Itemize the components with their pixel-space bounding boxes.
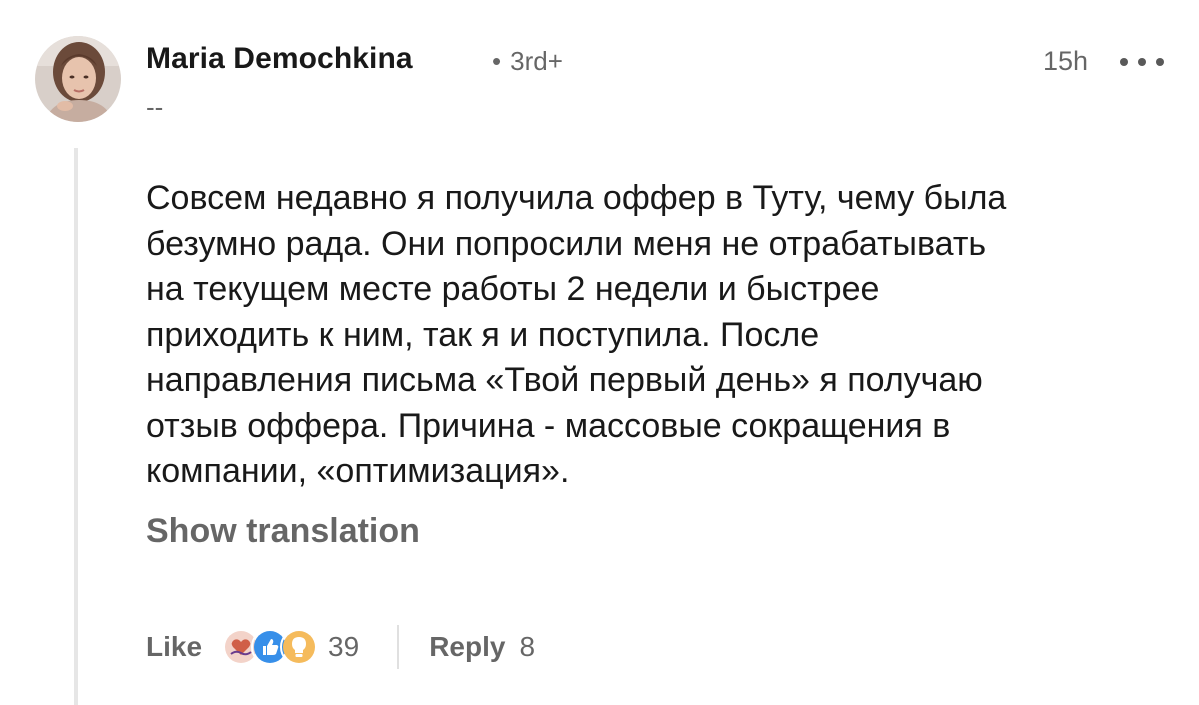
insightful-reaction-icon: [280, 628, 319, 666]
reply-button[interactable]: Reply: [429, 631, 505, 663]
thread-line: [74, 148, 78, 705]
author-name[interactable]: Maria Demochkina: [146, 42, 413, 76]
comment-timestamp: 15h: [1043, 46, 1089, 76]
show-translation-button[interactable]: Show translation: [146, 512, 420, 551]
actions-divider: [397, 625, 400, 669]
comment: Maria Demochkina • 3rd+ -- 15h Совсем нед…: [0, 0, 1199, 705]
like-button[interactable]: Like: [146, 631, 202, 663]
connection-degree: • 3rd+: [492, 46, 563, 77]
comment-body: Совсем недавно я получила оффер в Туту, …: [146, 179, 1007, 490]
ellipsis-dot: [1120, 58, 1128, 66]
reactions-summary[interactable]: 39: [222, 628, 359, 666]
ellipsis-dot: [1156, 58, 1164, 66]
avatar-photo: [35, 36, 121, 122]
author-avatar[interactable]: [35, 36, 121, 122]
ellipsis-dot: [1138, 58, 1146, 66]
reaction-count: 39: [328, 631, 360, 662]
comment-actions: Like 39 Reply 8: [146, 622, 535, 672]
author-headline: --: [146, 92, 164, 122]
degree-separator: •: [492, 46, 502, 76]
ellipsis-icon[interactable]: [1120, 54, 1164, 70]
reply-count: 8: [519, 631, 536, 662]
degree-label: 3rd+: [510, 46, 563, 76]
